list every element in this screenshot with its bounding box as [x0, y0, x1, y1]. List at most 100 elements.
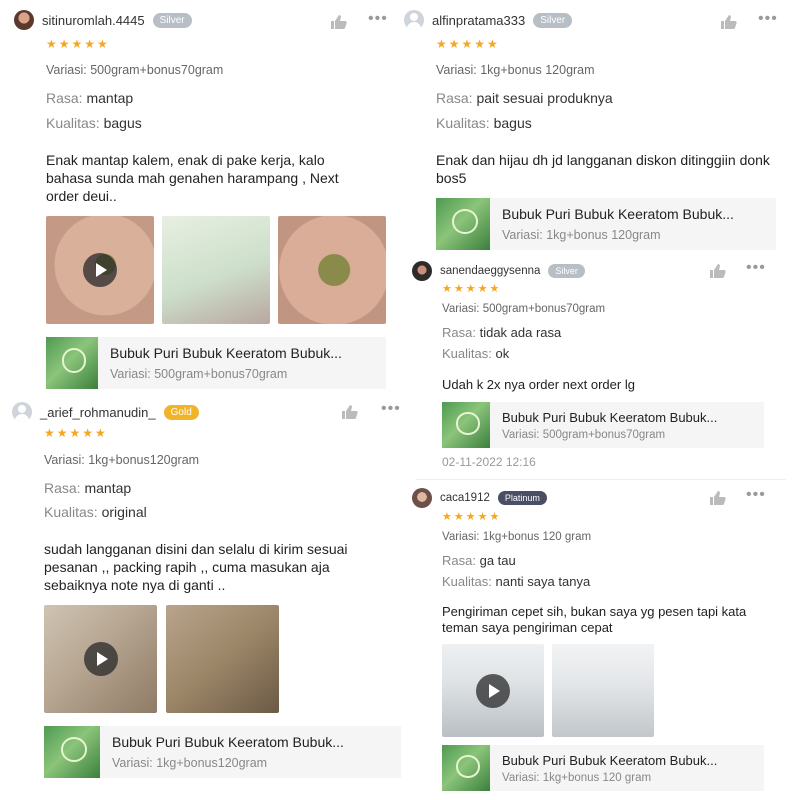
right-review-column: alfinpratama333 Silver ••• ★★★★★ Variasi… [402, 0, 800, 800]
variation-text: Variasi: 500gram+bonus70gram [442, 303, 606, 315]
rasa-line: Rasa: tidak ada rasa [442, 325, 561, 340]
rasa-value: tidak ada rasa [479, 325, 562, 340]
avatar[interactable] [412, 488, 432, 508]
star-rating: ★★★★★ [442, 511, 502, 523]
more-icon[interactable]: ••• [746, 260, 766, 276]
product-variation: Variasi: 1kg+bonus120gram [112, 756, 268, 770]
rasa-line: Rasa: ga tau [442, 553, 516, 568]
username[interactable]: sanendaeggysenna [440, 265, 540, 277]
thumbs-up-icon[interactable] [709, 263, 727, 279]
left-review-column: sitinuromlah.4445 Silver ••• ★★★★★ Varia… [0, 0, 401, 800]
product-info: Bubuk Puri Bubuk Keeratom Bubuk... Varia… [502, 745, 717, 791]
thumbs-up-icon[interactable] [330, 14, 348, 30]
kualitas-value: bagus [493, 115, 532, 131]
kualitas-line: Kualitas: original [44, 504, 147, 520]
rasa-value: ga tau [479, 553, 516, 568]
review-video-thumbnail[interactable] [46, 216, 154, 324]
kualitas-label: Kualitas: [46, 115, 100, 131]
kualitas-label: Kualitas: [442, 346, 492, 361]
kualitas-value: ok [495, 346, 510, 361]
product-name: Bubuk Puri Bubuk Keeratom Bubuk... [502, 409, 718, 425]
variation-text: Variasi: 1kg+bonus 120 gram [442, 531, 592, 543]
star-rating: ★★★★★ [436, 37, 500, 51]
review-comment: sudah langganan disini dan selalu di kir… [44, 541, 348, 593]
review-photo[interactable] [162, 216, 270, 324]
product-card[interactable]: Bubuk Puri Bubuk Keeratom Bubuk... Varia… [436, 198, 776, 250]
review-comment: Enak dan hijau dh jd langganan diskon di… [436, 152, 770, 186]
review-card: sitinuromlah.4445 Silver ••• ★★★★★ Varia… [14, 8, 394, 393]
more-icon[interactable]: ••• [381, 401, 401, 417]
rasa-value: mantap [84, 480, 132, 496]
review-card: _arief_rohmanudin_ Gold ••• ★★★★★ Varias… [12, 400, 401, 790]
play-icon[interactable] [476, 673, 510, 708]
review-video-thumbnail[interactable] [44, 605, 157, 713]
kualitas-value: nanti saya tanya [495, 574, 591, 589]
product-thumbnail [442, 745, 490, 791]
product-info: Bubuk Puri Bubuk Keeratom Bubuk... Varia… [502, 402, 717, 448]
username[interactable]: _arief_rohmanudin_ [40, 405, 156, 420]
avatar[interactable] [404, 10, 424, 30]
member-badge: Silver [152, 12, 192, 28]
more-icon[interactable]: ••• [368, 11, 388, 27]
rasa-value: pait sesuai produknya [476, 90, 613, 106]
product-card[interactable]: Bubuk Puri Bubuk Keeratom Bubuk... Varia… [44, 726, 401, 778]
play-icon[interactable] [83, 642, 118, 676]
kualitas-label: Kualitas: [442, 574, 492, 589]
review-comment: Pengiriman cepet sih, bukan saya yg pese… [442, 604, 747, 635]
rasa-line: Rasa: pait sesuai produknya [436, 90, 613, 106]
review-header: sitinuromlah.4445 Silver [14, 8, 192, 32]
thumbs-up-icon[interactable] [341, 404, 359, 420]
rasa-label: Rasa: [436, 90, 473, 106]
variation-text: Variasi: 500gram+bonus70gram [46, 63, 224, 77]
review-comment: Udah k 2x nya order next order lg [442, 377, 635, 392]
star-rating: ★★★★★ [44, 426, 108, 440]
kualitas-value: original [101, 504, 147, 520]
kualitas-label: Kualitas: [44, 504, 98, 520]
avatar[interactable] [12, 402, 32, 422]
avatar[interactable] [412, 261, 432, 281]
avatar[interactable] [14, 10, 34, 30]
product-card[interactable]: Bubuk Puri Bubuk Keeratom Bubuk... Varia… [442, 745, 764, 791]
product-thumbnail [44, 726, 100, 778]
username[interactable]: sitinuromlah.4445 [42, 13, 145, 28]
username[interactable]: caca1912 [440, 492, 490, 504]
review-comment: Enak mantap kalem, enak di pake kerja, k… [46, 152, 339, 204]
username[interactable]: alfinpratama333 [432, 13, 525, 28]
more-icon[interactable]: ••• [746, 487, 766, 503]
thumbs-up-icon[interactable] [709, 490, 727, 506]
kualitas-value: bagus [103, 115, 142, 131]
review-header: _arief_rohmanudin_ Gold [12, 400, 199, 424]
product-thumbnail [46, 337, 98, 389]
variation-text: Variasi: 1kg+bonus120gram [44, 453, 200, 467]
more-icon[interactable]: ••• [758, 11, 778, 27]
member-badge: Silver [548, 264, 585, 278]
product-info: Bubuk Puri Bubuk Keeratom Bubuk... Varia… [502, 198, 734, 250]
play-icon[interactable] [83, 253, 117, 287]
kualitas-line: Kualitas: bagus [436, 115, 532, 131]
member-badge: Platinum [497, 491, 547, 505]
product-info: Bubuk Puri Bubuk Keeratom Bubuk... Varia… [110, 337, 342, 389]
product-name: Bubuk Puri Bubuk Keeratom Bubuk... [110, 345, 342, 361]
kualitas-line: Kualitas: bagus [46, 115, 142, 131]
review-card: caca1912 Platinum ••• ★★★★★ Variasi: 1kg… [412, 487, 792, 797]
review-header: caca1912 Platinum [412, 487, 547, 509]
review-photo[interactable] [552, 644, 654, 737]
review-video-thumbnail[interactable] [442, 644, 544, 737]
review-card: alfinpratama333 Silver ••• ★★★★★ Variasi… [404, 8, 796, 258]
product-name: Bubuk Puri Bubuk Keeratom Bubuk... [112, 734, 344, 750]
rasa-label: Rasa: [442, 325, 476, 340]
review-header: sanendaeggysenna Silver [412, 260, 585, 282]
product-card[interactable]: Bubuk Puri Bubuk Keeratom Bubuk... Varia… [442, 402, 764, 448]
review-date: 02-11-2022 12:16 [442, 455, 536, 469]
rasa-label: Rasa: [46, 90, 83, 106]
thumbs-up-icon[interactable] [720, 14, 738, 30]
kualitas-line: Kualitas: ok [442, 346, 509, 361]
kualitas-label: Kualitas: [436, 115, 490, 131]
review-photo[interactable] [278, 216, 386, 324]
review-photo[interactable] [166, 605, 279, 713]
rasa-line: Rasa: mantap [46, 90, 133, 106]
product-card[interactable]: Bubuk Puri Bubuk Keeratom Bubuk... Varia… [46, 337, 386, 389]
kualitas-line: Kualitas: nanti saya tanya [442, 574, 590, 589]
review-header: alfinpratama333 Silver [404, 8, 573, 32]
product-info: Bubuk Puri Bubuk Keeratom Bubuk... Varia… [112, 726, 344, 778]
